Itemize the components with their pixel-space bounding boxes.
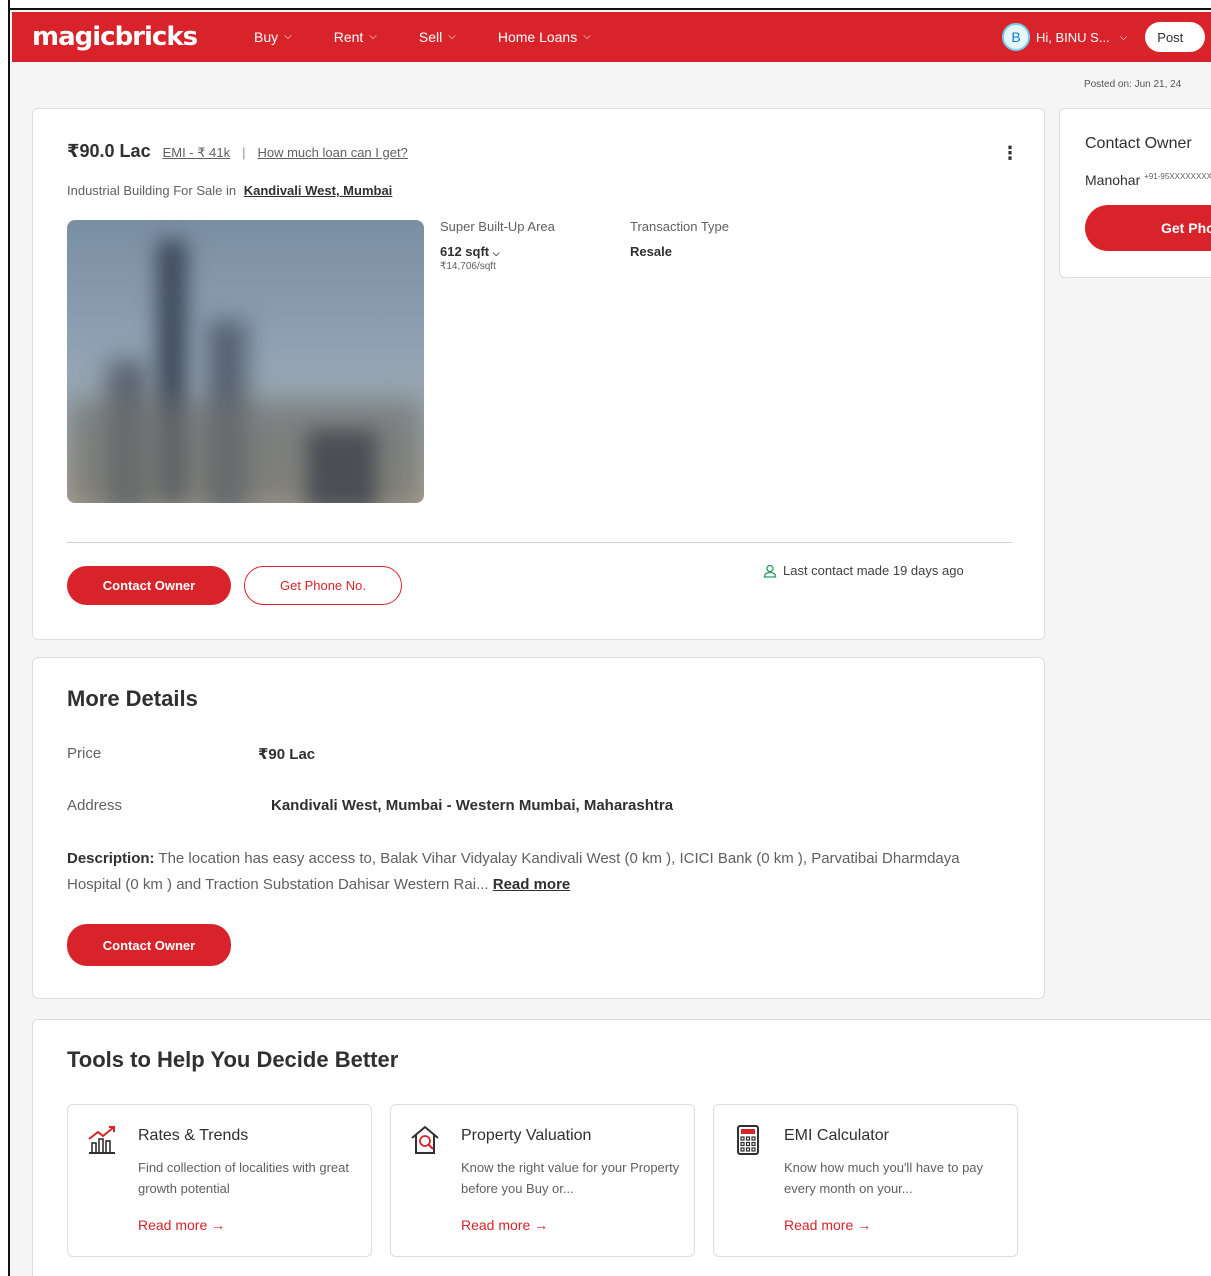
tools-section: Tools to Help You Decide Better Rates & … [32, 1019, 1211, 1276]
nav-sell[interactable]: Sell ⌵ [419, 29, 456, 45]
price-value: ₹90 Lac [258, 746, 316, 763]
transaction-value: Resale [630, 244, 672, 259]
last-contact-info: Last contact made 19 days ago [763, 563, 964, 578]
top-navbar: magicbricks Buy ⌵ Rent ⌵ Sell ⌵ Home Loa… [12, 12, 1211, 62]
chevron-down-icon: ⌵ [1119, 31, 1128, 43]
post-property-button[interactable]: Post [1145, 22, 1206, 52]
contact-owner-button[interactable]: Contact Owner [67, 566, 231, 605]
nav-rent[interactable]: Rent ⌵ [334, 29, 377, 45]
chevron-down-icon: ⌵ [284, 30, 292, 42]
tool-title: Rates & Trends [138, 1127, 249, 1144]
property-type-label: Industrial Building For Sale in [67, 183, 237, 198]
price-row: ₹90.0 Lac EMI - ₹ 41k | How much loan ca… [67, 141, 408, 162]
description-label: Description: [67, 850, 155, 867]
nav-buy[interactable]: Buy ⌵ [254, 29, 292, 45]
magicbricks-logo[interactable]: magicbricks [32, 22, 222, 52]
tools-title: Tools to Help You Decide Better [67, 1047, 399, 1072]
more-details-card: More Details Price ₹90 Lac Address Kandi… [32, 657, 1045, 999]
tool-read-more-link[interactable]: Read more → [784, 1217, 871, 1233]
contact-panel-title: Contact Owner [1085, 135, 1192, 152]
user-icon [763, 564, 777, 578]
tool-description: Know how much you'll have to pay every m… [784, 1160, 984, 1196]
chevron-down-icon: ⌵ [583, 30, 591, 42]
chevron-down-icon: ⌵ [492, 248, 500, 258]
divider [67, 542, 1012, 543]
avatar[interactable]: B [1002, 23, 1030, 51]
area-value: 612 sqft [440, 244, 490, 259]
nav-rent-label: Rent [333, 29, 364, 45]
window-frame-top [0, 0, 1211, 10]
emi-calculator-icon [737, 1125, 759, 1155]
tool-read-more-link[interactable]: Read more → [138, 1217, 225, 1233]
transaction-attribute: Transaction Type Resale [630, 219, 729, 259]
rates-trends-icon [88, 1126, 115, 1154]
area-label: Super Built-Up Area [440, 219, 555, 234]
get-phone-button[interactable]: Get Phone No. [244, 566, 402, 605]
property-photo[interactable] [67, 220, 424, 503]
more-options-icon[interactable]: ⋮ [1001, 143, 1019, 164]
area-selector[interactable]: 612 sqft ⌵ [440, 244, 555, 259]
tool-card-property-valuation[interactable]: Property Valuation Know the right value … [390, 1104, 695, 1257]
transaction-label: Transaction Type [630, 219, 729, 234]
property-valuation-icon [411, 1125, 439, 1154]
owner-phone: +91-95XXXXXXXX [1144, 172, 1211, 181]
window-frame-left [0, 0, 10, 1276]
tool-read-more-link[interactable]: Read more → [461, 1217, 548, 1233]
tool-card-rates-trends[interactable]: Rates & Trends Find collection of locali… [67, 1104, 372, 1257]
user-greeting: Hi, BINU S... [1036, 29, 1110, 45]
user-menu[interactable]: Hi, BINU S... ⌵ [1036, 30, 1127, 45]
price-label: Price [67, 745, 102, 762]
side-get-phone-button[interactable]: Get Phone No. [1085, 205, 1211, 251]
nav-home-loans-label: Home Loans [497, 29, 578, 45]
listing-price: ₹90.0 Lac [67, 141, 151, 161]
nav-home-loans[interactable]: Home Loans ⌵ [498, 29, 591, 45]
nav-sell-label: Sell [418, 29, 443, 45]
read-more-link[interactable]: Read more [493, 876, 571, 893]
description: Description: The location has easy acces… [67, 846, 1007, 898]
loan-eligibility-link[interactable]: How much loan can I get? [257, 145, 407, 160]
contact-owner-panel: Contact Owner Manohar +91-95XXXXXXXX Get… [1059, 108, 1211, 278]
listing-subtitle: Industrial Building For Sale in Kandival… [67, 183, 392, 198]
last-contact-text: Last contact made 19 days ago [783, 563, 964, 578]
chevron-down-icon: ⌵ [448, 30, 456, 42]
arrow-right-icon: → [211, 1217, 226, 1233]
arrow-right-icon: → [857, 1217, 872, 1233]
tool-card-emi-calculator[interactable]: EMI Calculator Know how much you'll have… [713, 1104, 1018, 1257]
area-rate: ₹14,706/sqft [440, 261, 496, 272]
more-details-title: More Details [67, 686, 198, 711]
tool-description: Find collection of localities with great… [138, 1160, 349, 1196]
nav-buy-label: Buy [254, 29, 279, 45]
chevron-down-icon: ⌵ [369, 30, 377, 42]
address-label: Address [67, 797, 123, 814]
listing-card: ₹90.0 Lac EMI - ₹ 41k | How much loan ca… [32, 108, 1045, 640]
emi-link[interactable]: EMI - ₹ 41k [163, 145, 231, 161]
address-value: Kandivali West, Mumbai - Western Mumbai,… [271, 797, 674, 814]
tool-description: Know the right value for your Property b… [461, 1160, 680, 1196]
details-contact-owner-button[interactable]: Contact Owner [67, 924, 231, 966]
area-attribute: Super Built-Up Area 612 sqft ⌵ ₹14,706/s… [440, 219, 555, 272]
separator: | [242, 145, 246, 160]
user-area: B Hi, BINU S... ⌵ Post [1002, 12, 1206, 62]
owner-name-row: Manohar +91-95XXXXXXXX [1085, 172, 1211, 188]
tool-title: EMI Calculator [784, 1127, 889, 1144]
posted-on-date: Posted on: Jun 21, 24 [1084, 79, 1182, 90]
location-link[interactable]: Kandivali West, Mumbai [244, 183, 393, 198]
owner-name: Manohar [1085, 172, 1141, 188]
arrow-right-icon: → [534, 1217, 549, 1233]
tool-title: Property Valuation [461, 1127, 592, 1144]
